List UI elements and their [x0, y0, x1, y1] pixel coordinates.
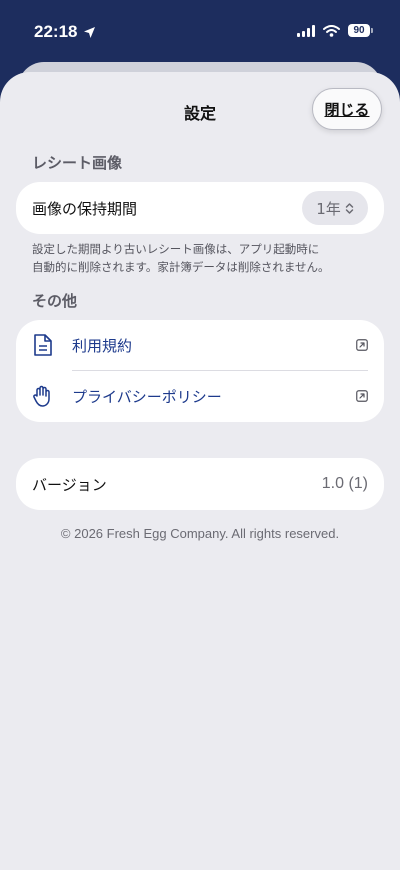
hand-icon: [33, 385, 50, 407]
document-icon: [34, 334, 52, 356]
retention-value: 1年: [316, 199, 341, 218]
battery-icon: 90: [348, 24, 373, 37]
status-indicators: 90: [297, 24, 373, 37]
battery-level: 90: [353, 25, 365, 36]
status-time: 22:18: [34, 22, 96, 42]
retention-label: 画像の保持期間: [32, 199, 138, 218]
external-link-icon: [356, 339, 368, 351]
retention-note-line-1: 設定した期間より古いレシート画像は、アプリ起動時に: [32, 242, 320, 256]
external-link-icon: [356, 390, 368, 402]
status-bar: 22:18 90: [0, 0, 400, 62]
version-value: 1.0 (1): [321, 475, 368, 492]
privacy-policy-label: プライバシーポリシー: [72, 387, 222, 406]
settings-sheet: 設定 閉じる レシート画像 画像の保持期間 1年 設定した期間より古いレシート画…: [0, 72, 400, 870]
retention-note-line-2: 自動的に削除されます。家計簿データは削除されません。: [32, 260, 330, 274]
copyright-text: © 2026 Fresh Egg Company. All rights res…: [60, 526, 340, 541]
version-row: バージョン 1.0 (1): [16, 458, 384, 510]
terms-of-use-label: 利用規約: [72, 336, 133, 355]
terms-of-use-link[interactable]: 利用規約: [16, 320, 384, 370]
section-header-other: その他: [32, 292, 78, 310]
retention-picker[interactable]: 1年: [302, 191, 368, 225]
retention-card: 画像の保持期間 1年: [16, 182, 384, 234]
version-card: バージョン 1.0 (1): [16, 458, 384, 510]
cellular-signal-icon: [297, 24, 315, 37]
close-button[interactable]: 閉じる: [312, 88, 382, 130]
location-arrow-icon: [84, 26, 96, 38]
chevron-up-down-icon: [345, 202, 354, 214]
status-time-text: 22:18: [34, 22, 78, 41]
other-links-card: 利用規約 プライバシーポリシー: [16, 320, 384, 422]
version-label: バージョン: [32, 475, 107, 494]
retention-note: 設定した期間より古いレシート画像は、アプリ起動時に 自動的に削除されます。家計簿…: [32, 240, 372, 276]
section-header-receipt: レシート画像: [32, 154, 123, 172]
privacy-policy-link[interactable]: プライバシーポリシー: [16, 371, 384, 421]
wifi-icon: [323, 24, 340, 37]
